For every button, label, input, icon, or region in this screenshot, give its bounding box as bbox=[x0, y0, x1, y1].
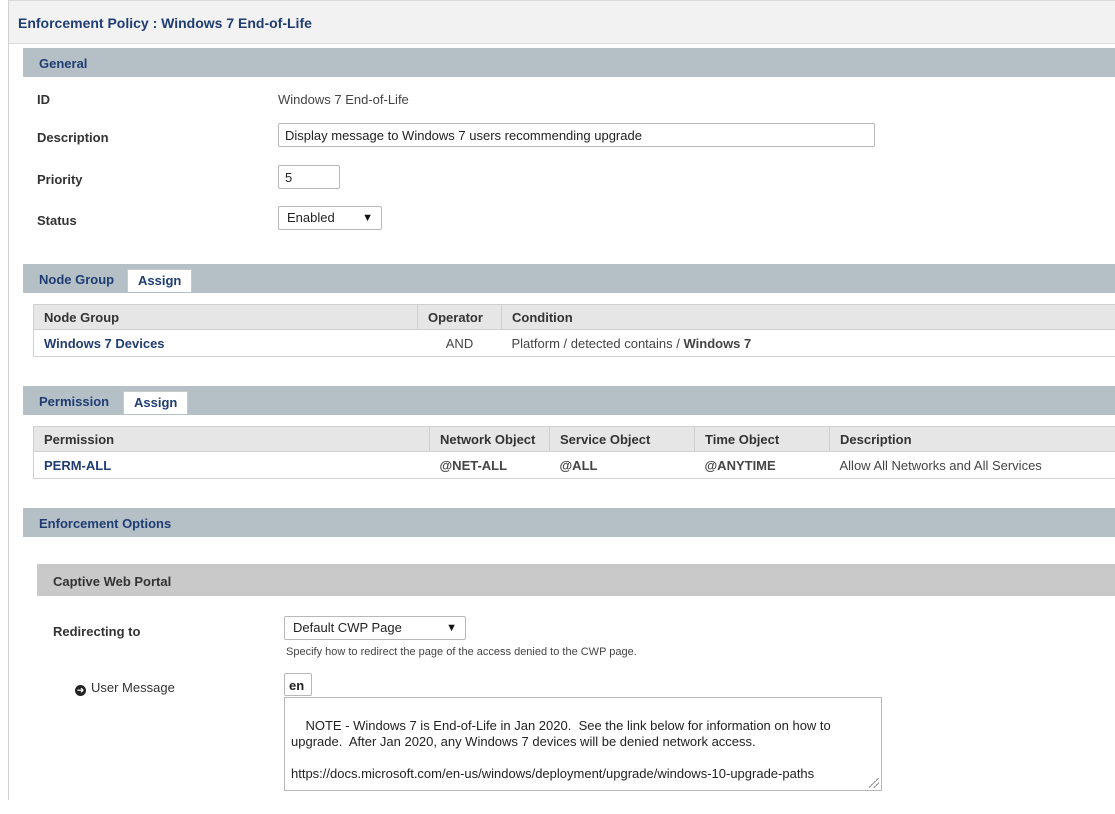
page-title: Enforcement Policy : Windows 7 End-of-Li… bbox=[18, 15, 312, 31]
col-description: Description bbox=[830, 427, 1115, 452]
status-label: Status bbox=[37, 213, 77, 228]
table-row: Windows 7 Devices AND Platform / detecte… bbox=[34, 330, 1115, 357]
triangle-down-icon: ▼ bbox=[362, 207, 373, 229]
service-object-cell: @ALL bbox=[550, 452, 695, 479]
table-row: PERM-ALL @NET-ALL @ALL @ANYTIME Allow Al… bbox=[34, 452, 1115, 479]
operator-cell: AND bbox=[418, 330, 502, 357]
enforcement-section-label: Enforcement Options bbox=[39, 516, 171, 531]
captive-web-portal-header: Captive Web Portal bbox=[37, 564, 1115, 596]
permission-section-header: Permission Assign bbox=[23, 386, 1115, 415]
permission-table-header: Permission Network Object Service Object… bbox=[34, 427, 1115, 452]
permission-table: Permission Network Object Service Object… bbox=[33, 426, 1115, 479]
network-object-cell: @NET-ALL bbox=[430, 452, 550, 479]
node-group-table-header: Node Group Operator Condition bbox=[34, 305, 1115, 330]
node-group-assign-button[interactable]: Assign bbox=[127, 269, 192, 292]
description-cell: Allow All Networks and All Services bbox=[830, 452, 1115, 479]
captive-web-portal-label: Captive Web Portal bbox=[53, 574, 171, 589]
id-label: ID bbox=[37, 92, 50, 107]
condition-prefix: Platform / detected contains / bbox=[512, 336, 684, 351]
language-input[interactable]: en bbox=[284, 673, 312, 696]
status-select[interactable]: Enabled ▼ bbox=[278, 206, 382, 230]
user-message-textarea[interactable]: NOTE - Windows 7 is End-of-Life in Jan 2… bbox=[284, 697, 882, 791]
condition-cell: Platform / detected contains / Windows 7 bbox=[502, 330, 1115, 357]
col-permission: Permission bbox=[34, 427, 430, 452]
circle-arrow-right-icon: ➜ bbox=[75, 685, 86, 696]
redirect-select[interactable]: Default CWP Page ▼ bbox=[284, 616, 466, 640]
id-value: Windows 7 End-of-Life bbox=[278, 92, 409, 107]
col-time-object: Time Object bbox=[695, 427, 830, 452]
resize-grip-icon[interactable] bbox=[869, 778, 879, 788]
permission-section-label: Permission bbox=[39, 394, 109, 409]
priority-label: Priority bbox=[37, 172, 83, 187]
condition-value: Windows 7 bbox=[683, 336, 751, 351]
col-network-object: Network Object bbox=[430, 427, 550, 452]
node-group-link[interactable]: Windows 7 Devices bbox=[44, 336, 165, 351]
node-group-section-header: Node Group Assign bbox=[23, 264, 1115, 293]
permission-link[interactable]: PERM-ALL bbox=[44, 458, 111, 473]
redirect-select-value: Default CWP Page bbox=[293, 620, 402, 635]
time-object-cell: @ANYTIME bbox=[695, 452, 830, 479]
enforcement-section-header: Enforcement Options bbox=[23, 508, 1115, 537]
status-select-value: Enabled bbox=[287, 210, 335, 225]
col-condition: Condition bbox=[502, 305, 1115, 330]
col-node-group: Node Group bbox=[34, 305, 418, 330]
general-section-label: General bbox=[39, 56, 87, 71]
col-service-object: Service Object bbox=[550, 427, 695, 452]
description-input[interactable]: Display message to Windows 7 users recom… bbox=[278, 123, 875, 147]
priority-input[interactable]: 5 bbox=[278, 165, 340, 189]
user-message-label: User Message bbox=[91, 680, 175, 695]
title-bar: Enforcement Policy : Windows 7 End-of-Li… bbox=[9, 0, 1115, 44]
triangle-down-icon: ▼ bbox=[446, 617, 457, 639]
node-group-section-label: Node Group bbox=[39, 272, 114, 287]
col-operator: Operator bbox=[418, 305, 502, 330]
permission-assign-button[interactable]: Assign bbox=[123, 391, 188, 414]
node-group-table: Node Group Operator Condition Windows 7 … bbox=[33, 304, 1115, 357]
redirecting-to-label: Redirecting to bbox=[53, 624, 140, 639]
user-message-text: NOTE - Windows 7 is End-of-Life in Jan 2… bbox=[291, 718, 834, 781]
redirect-hint: Specify how to redirect the page of the … bbox=[286, 646, 637, 658]
policy-panel: Enforcement Policy : Windows 7 End-of-Li… bbox=[8, 0, 1115, 800]
description-label: Description bbox=[37, 130, 109, 145]
general-section-header: General bbox=[23, 48, 1115, 77]
user-message-toggle[interactable]: ➜ User Message bbox=[75, 680, 175, 696]
